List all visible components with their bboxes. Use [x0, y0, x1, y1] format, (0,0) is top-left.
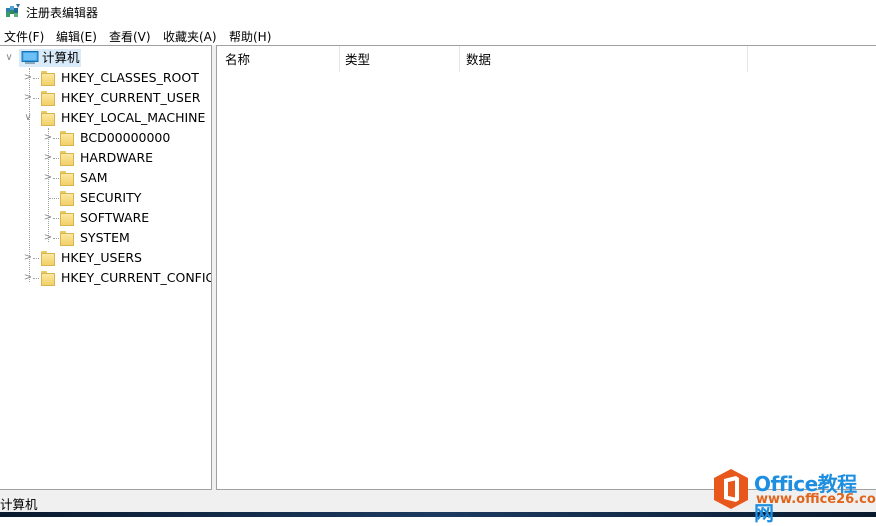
- folder-icon: [60, 211, 74, 226]
- menu-edit[interactable]: 编辑(E): [56, 28, 97, 45]
- folder-icon: [41, 71, 55, 86]
- tree-guide-line: [53, 218, 59, 219]
- folder-icon: [41, 271, 55, 286]
- office-logo-icon: [714, 469, 748, 509]
- tree-node-software[interactable]: > SOFTWARE: [0, 208, 211, 228]
- chevron-right-icon[interactable]: >: [43, 148, 53, 168]
- tree-node-system[interactable]: > SYSTEM: [0, 228, 211, 248]
- chevron-right-icon[interactable]: >: [43, 168, 53, 188]
- folder-icon: [60, 171, 74, 186]
- tree-node-label: HKEY_LOCAL_MACHINE: [61, 110, 206, 125]
- tree-node-label: SAM: [80, 170, 108, 185]
- tree-node-hardware[interactable]: > HARDWARE: [0, 148, 211, 168]
- tree-guide-line: [33, 258, 39, 259]
- chevron-right-icon[interactable]: >: [23, 248, 33, 268]
- registry-editor-icon: [6, 4, 20, 17]
- chevron-right-icon[interactable]: >: [43, 208, 53, 228]
- column-header-data[interactable]: 数据: [458, 46, 748, 74]
- chevron-down-icon[interactable]: ∨: [4, 48, 14, 68]
- tree-node-label: SOFTWARE: [80, 210, 150, 225]
- tree-node-label: SECURITY: [80, 190, 142, 205]
- tree-guide-line: [53, 238, 59, 239]
- tree-guide-line: [49, 198, 59, 199]
- column-header-type[interactable]: 类型: [337, 46, 459, 74]
- folder-icon: [60, 131, 74, 146]
- tree-guide-line: [53, 138, 59, 139]
- folder-icon: [41, 111, 55, 126]
- tree-node-security[interactable]: SECURITY: [0, 188, 211, 208]
- tree-node-bcd00000000[interactable]: > BCD00000000: [0, 128, 211, 148]
- tree-guide-line: [53, 158, 59, 159]
- window-title: 注册表编辑器: [26, 6, 99, 20]
- chevron-right-icon[interactable]: >: [43, 228, 53, 248]
- tree-node-label: HKEY_USERS: [61, 250, 142, 265]
- computer-icon: [21, 51, 39, 64]
- column-separator[interactable]: [747, 46, 748, 72]
- tree-node-label: HKEY_CURRENT_USER: [61, 90, 201, 105]
- tree-guide-line: [33, 78, 39, 79]
- chevron-down-icon[interactable]: ∨: [23, 108, 33, 128]
- menu-view[interactable]: 查看(V): [109, 28, 151, 45]
- tree-node-label: HKEY_CURRENT_CONFIG: [61, 270, 212, 285]
- tree-guide-line: [33, 98, 39, 99]
- tree-node-hkey-users[interactable]: > HKEY_USERS: [0, 248, 211, 268]
- tree-node-hkey-current-user[interactable]: > HKEY_CURRENT_USER: [0, 88, 211, 108]
- menu-favorites[interactable]: 收藏夹(A): [163, 28, 217, 45]
- folder-icon: [60, 231, 74, 246]
- status-path: 计算机: [0, 497, 38, 512]
- watermark-url: www.office26.com: [756, 492, 876, 507]
- tree-node-computer[interactable]: ∨ 计算机: [0, 48, 211, 68]
- registry-tree[interactable]: ∨ 计算机 > HKEY_CLASSES_ROOT > HKEY_CURRENT…: [0, 45, 212, 490]
- tree-node-sam[interactable]: > SAM: [0, 168, 211, 188]
- menu-file[interactable]: 文件(F): [4, 28, 44, 45]
- menu-bar: 文件(F) 编辑(E) 查看(V) 收藏夹(A) 帮助(H): [0, 25, 876, 45]
- tree-guide-line: [33, 278, 39, 279]
- title-bar: 注册表编辑器: [0, 0, 876, 24]
- folder-icon: [60, 151, 74, 166]
- chevron-right-icon[interactable]: >: [23, 68, 33, 88]
- taskbar-edge: [0, 512, 876, 517]
- tree-guide-line: [53, 178, 59, 179]
- tree-node-label: SYSTEM: [80, 230, 130, 245]
- column-header-name[interactable]: 名称: [217, 46, 339, 74]
- tree-node-hkey-local-machine[interactable]: ∨ HKEY_LOCAL_MACHINE: [0, 108, 211, 128]
- values-list[interactable]: 名称 类型 数据: [216, 45, 876, 490]
- tree-node-label: HKEY_CLASSES_ROOT: [61, 70, 199, 85]
- menu-help[interactable]: 帮助(H): [229, 28, 271, 45]
- tree-node-hkey-classes-root[interactable]: > HKEY_CLASSES_ROOT: [0, 68, 211, 88]
- watermark: Office教程网 www.office26.com: [712, 466, 876, 525]
- chevron-right-icon[interactable]: >: [43, 128, 53, 148]
- tree-node-label: HARDWARE: [80, 150, 154, 165]
- tree-node-label: BCD00000000: [80, 130, 171, 145]
- folder-icon: [60, 191, 74, 206]
- folder-icon: [41, 251, 55, 266]
- tree-node-hkey-current-config[interactable]: > HKEY_CURRENT_CONFIG: [0, 268, 211, 288]
- tree-node-label: 计算机: [42, 50, 80, 65]
- chevron-right-icon[interactable]: >: [23, 88, 33, 108]
- chevron-right-icon[interactable]: >: [23, 268, 33, 288]
- folder-icon: [41, 91, 55, 106]
